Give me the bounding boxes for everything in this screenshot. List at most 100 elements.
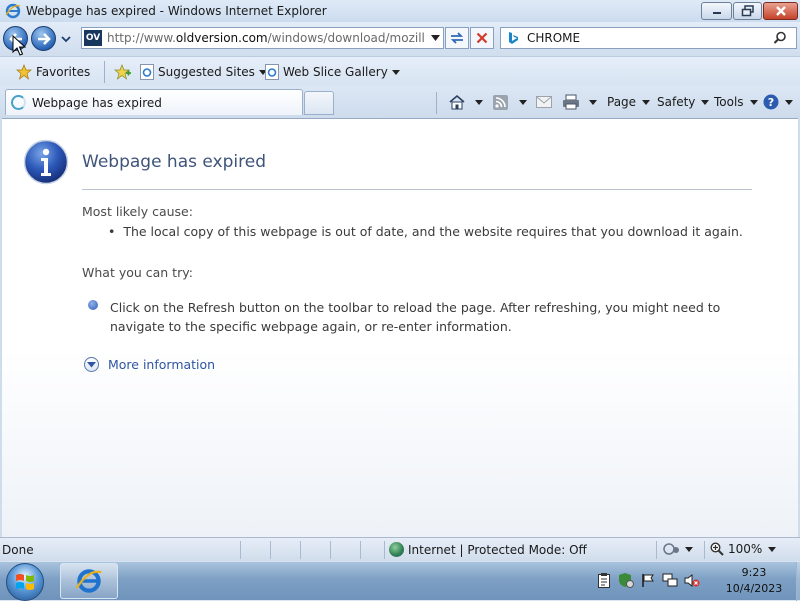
- action-center-flag-icon[interactable]: [640, 572, 656, 588]
- cause-list-item: • The local copy of this webpage is out …: [108, 224, 743, 239]
- loading-spinner-icon: [11, 95, 26, 110]
- security-shield-icon[interactable]: [618, 572, 634, 588]
- status-divider: [240, 541, 241, 559]
- ie-window: Webpage has expired - Windows Internet E…: [0, 0, 800, 561]
- refresh-icon: [450, 32, 464, 44]
- safety-menu[interactable]: Safety: [657, 93, 710, 111]
- svg-text:?: ?: [768, 96, 774, 109]
- network-icon[interactable]: [662, 572, 678, 588]
- chevron-down-icon: [749, 99, 758, 105]
- try-list-item: Click on the Refresh button on the toolb…: [110, 300, 721, 334]
- info-icon: [23, 139, 69, 185]
- url-path: /windows/download/mozilla-fir: [267, 31, 425, 45]
- ie-logo-icon: [75, 569, 102, 593]
- read-mail-button[interactable]: [536, 93, 552, 111]
- favorites-separator: [104, 61, 105, 83]
- chevron-down-icon[interactable]: [519, 99, 527, 105]
- refresh-button[interactable]: [445, 27, 469, 49]
- url-input[interactable]: http://www.oldversion.com/windows/downlo…: [107, 31, 425, 45]
- volume-muted-icon[interactable]: [684, 572, 700, 588]
- favorites-button[interactable]: Favorites: [16, 63, 90, 81]
- cause-heading: Most likely cause:: [82, 204, 193, 219]
- chevron-down-icon: [642, 99, 651, 105]
- help-menu[interactable]: ?: [763, 93, 793, 111]
- site-favicon: OV: [84, 30, 102, 46]
- favorites-star-icon: [16, 64, 32, 80]
- page-title: Webpage has expired: [82, 152, 266, 172]
- chevron-down-icon: [391, 69, 400, 75]
- minimize-button[interactable]: [701, 2, 732, 20]
- url-host: oldversion.com: [175, 31, 268, 45]
- add-to-favorites-bar-button[interactable]: [114, 63, 132, 81]
- restore-button[interactable]: [733, 2, 762, 20]
- status-divider: [330, 541, 331, 559]
- status-text: Done: [2, 543, 34, 557]
- page-menu[interactable]: Page: [607, 93, 651, 111]
- close-icon: [775, 6, 786, 16]
- rss-feed-icon: [493, 94, 508, 110]
- clock-time: 9:23: [741, 566, 767, 579]
- suggested-sites-link[interactable]: Suggested Sites: [140, 63, 267, 81]
- chevron-down-icon: [701, 99, 710, 105]
- search-button[interactable]: [764, 28, 796, 48]
- mouse-cursor-icon: [12, 35, 26, 56]
- try-heading: What you can try:: [82, 265, 193, 280]
- bing-icon: [507, 30, 521, 46]
- new-tab-button[interactable]: [304, 91, 334, 115]
- show-desktop-button[interactable]: [796, 562, 800, 601]
- url-prefix: http://www.: [107, 31, 176, 45]
- help-icon: ?: [763, 94, 779, 110]
- tools-menu[interactable]: Tools: [714, 93, 758, 111]
- expand-chevron-icon: [84, 357, 99, 372]
- command-bar-separator: [436, 92, 437, 114]
- bullet: •: [108, 224, 124, 239]
- zoom-button[interactable]: 100%: [710, 542, 762, 556]
- more-information-label: More information: [108, 357, 216, 372]
- tab-webpage-has-expired[interactable]: Webpage has expired: [5, 89, 303, 115]
- tab-label: Webpage has expired: [32, 95, 162, 110]
- restore-icon: [741, 5, 754, 17]
- forward-button[interactable]: [31, 26, 56, 51]
- forward-arrow-icon: [37, 32, 51, 45]
- page-content: Webpage has expired Most likely cause: •…: [2, 118, 798, 537]
- home-icon: [449, 94, 465, 110]
- chevron-down-icon: [685, 546, 693, 552]
- start-button[interactable]: [6, 563, 44, 601]
- tab-and-command-bar: Webpage has expired Page Safety Tools ?: [0, 86, 800, 118]
- search-box[interactable]: CHROME: [500, 27, 797, 49]
- chevron-down-icon: [61, 36, 71, 43]
- more-information-link[interactable]: More information: [84, 357, 215, 372]
- ie-page-icon: [140, 64, 154, 80]
- printer-icon: [563, 94, 579, 110]
- status-divider: [704, 541, 705, 559]
- address-bar[interactable]: OV http://www.oldversion.com/windows/dow…: [81, 27, 444, 49]
- chevron-down-icon[interactable]: [475, 99, 483, 105]
- stop-button[interactable]: [470, 27, 494, 49]
- status-divider: [270, 541, 271, 559]
- title-bar[interactable]: Webpage has expired - Windows Internet E…: [0, 0, 800, 22]
- manage-addons-button[interactable]: [663, 542, 693, 556]
- ie-page-icon: [265, 64, 279, 80]
- clock-date: 10/4/2023: [725, 582, 783, 595]
- address-dropdown[interactable]: [429, 32, 441, 44]
- print-button[interactable]: [562, 93, 597, 111]
- chevron-down-icon: [785, 99, 793, 105]
- recent-pages-dropdown[interactable]: [59, 32, 73, 46]
- status-divider: [360, 541, 361, 559]
- search-input[interactable]: CHROME: [527, 31, 764, 45]
- home-button[interactable]: [448, 93, 483, 111]
- navigation-bar: OV http://www.oldversion.com/windows/dow…: [0, 22, 800, 56]
- safety-menu-label: Safety: [657, 95, 696, 109]
- close-button[interactable]: [763, 2, 798, 20]
- chevron-down-icon[interactable]: [589, 99, 597, 105]
- internet-globe-icon: [389, 542, 404, 557]
- windows-logo-icon: [16, 574, 34, 590]
- clipboard-icon[interactable]: [596, 572, 612, 588]
- addons-icon: [663, 543, 679, 555]
- zoom-dropdown-icon[interactable]: [768, 547, 776, 552]
- web-slice-gallery-link[interactable]: Web Slice Gallery: [265, 63, 400, 81]
- security-zone[interactable]: Internet | Protected Mode: Off: [389, 542, 587, 557]
- taskbar-internet-explorer[interactable]: [60, 563, 118, 599]
- clock[interactable]: 9:23 10/4/2023: [716, 565, 792, 597]
- feeds-button[interactable]: [493, 93, 527, 111]
